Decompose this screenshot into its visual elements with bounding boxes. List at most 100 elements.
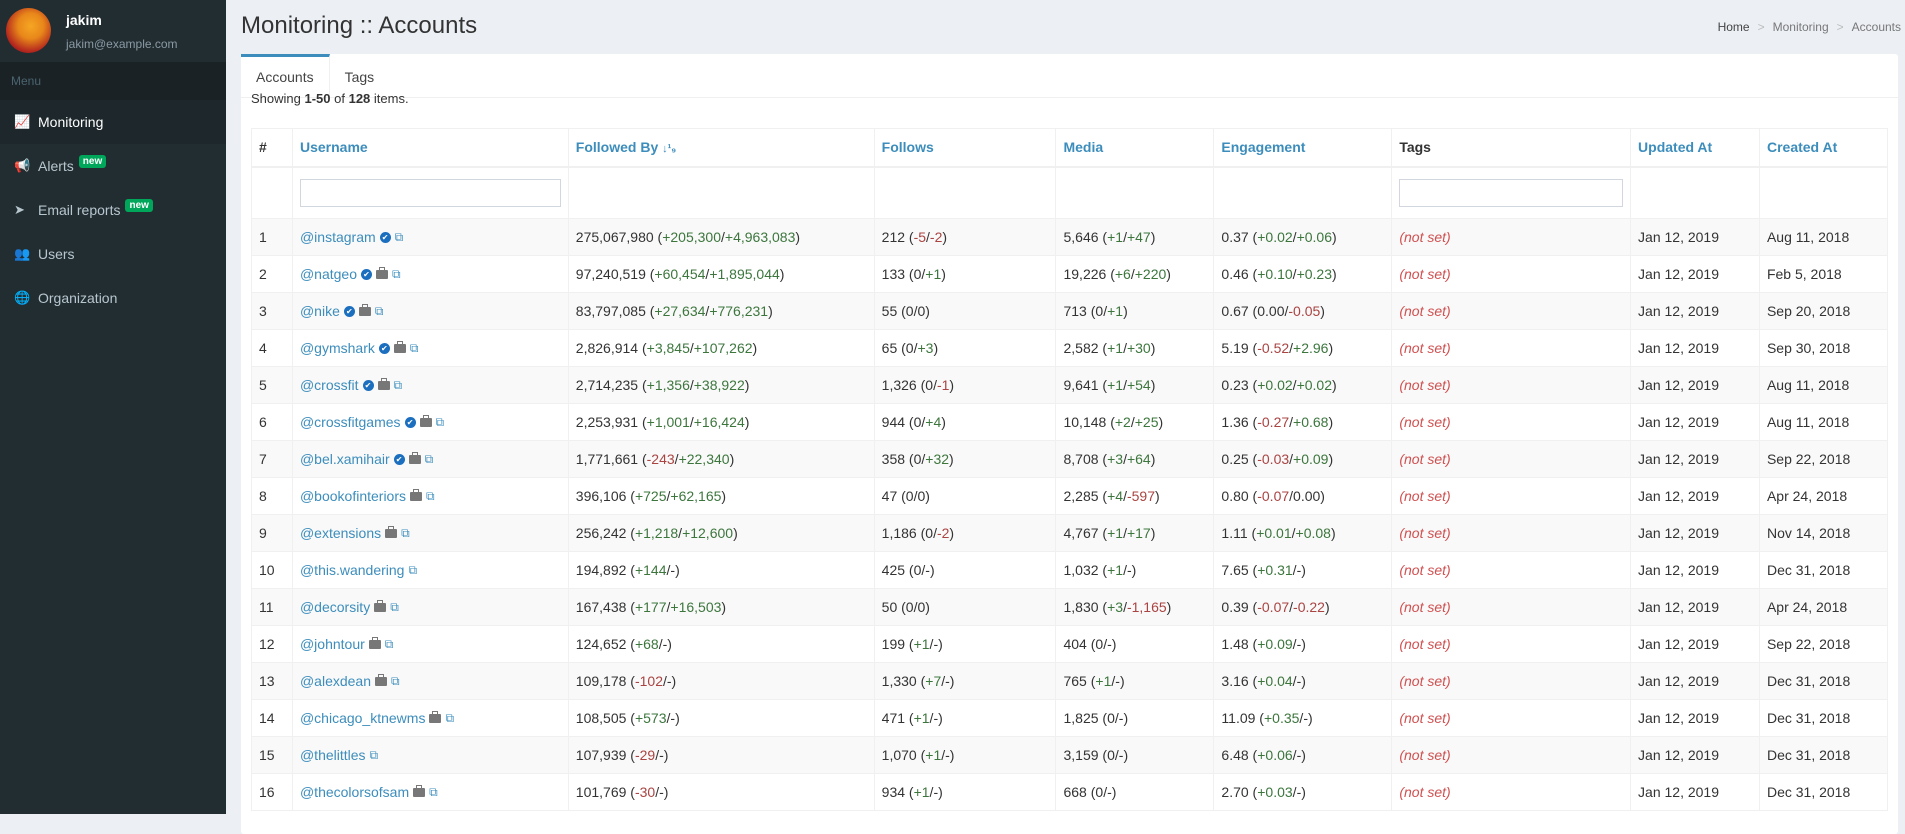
- row-number: 15: [251, 736, 293, 774]
- follows-change-month: -: [925, 562, 930, 578]
- followed-by-cell: 108,505 (+573/-): [567, 699, 875, 737]
- external-link-icon[interactable]: ⧉: [392, 267, 401, 282]
- follows-change-day: 0: [905, 303, 914, 319]
- followed-by-value: 97,240,519: [575, 266, 646, 282]
- tags-cell: (not set): [1391, 736, 1632, 774]
- followed-by-value: 2,714,235: [575, 377, 639, 393]
- col-updated-at[interactable]: Updated At: [1630, 128, 1760, 168]
- media-cell: 2,582 (+1/+30): [1055, 329, 1215, 367]
- external-link-icon[interactable]: ⧉: [370, 748, 379, 763]
- username-link[interactable]: @crossfit: [300, 377, 359, 393]
- external-link-icon[interactable]: ⧉: [445, 711, 454, 726]
- engagement-cell: 6.48 (+0.06/-): [1213, 736, 1393, 774]
- sidebar-item-organization[interactable]: 🌐 Organization: [0, 276, 226, 320]
- username-link[interactable]: @thecolorsofsam: [300, 784, 409, 800]
- username-link[interactable]: @bookofinteriors: [300, 488, 406, 504]
- external-link-icon[interactable]: ⧉: [429, 785, 438, 800]
- external-link-icon[interactable]: ⧉: [391, 674, 400, 689]
- breadcrumb-monitoring[interactable]: Monitoring: [1773, 20, 1829, 34]
- engagement-change-month: +0.08: [1295, 525, 1331, 541]
- sort-follows[interactable]: Follows: [882, 139, 934, 155]
- username-link[interactable]: @extensions: [300, 525, 381, 541]
- username-cell: @instagram ✔ ⧉: [291, 218, 569, 256]
- tags-cell: (not set): [1391, 218, 1632, 256]
- followed-by-cell: 2,826,914 (+3,845/+107,262): [567, 329, 875, 367]
- sidebar-item-monitoring[interactable]: 📈 Monitoring: [0, 100, 226, 144]
- username-link[interactable]: @gymshark: [300, 340, 375, 356]
- external-link-icon[interactable]: ⧉: [426, 489, 435, 504]
- username-link[interactable]: @natgeo: [300, 266, 357, 282]
- username-link[interactable]: @nike: [300, 303, 340, 319]
- username-filter-input[interactable]: [299, 178, 561, 207]
- sort-engagement[interactable]: Engagement: [1221, 139, 1305, 155]
- username-cell: @crossfit ✔ ⧉: [291, 366, 569, 404]
- sidebar-item-users[interactable]: 👥 Users: [0, 232, 226, 276]
- external-link-icon[interactable]: ⧉: [401, 526, 410, 541]
- follows-value: 65: [881, 340, 898, 356]
- username-link[interactable]: @decorsity: [300, 599, 370, 615]
- media-change-day: 0: [1107, 710, 1115, 726]
- media-cell: 1,830 (+3/-1,165): [1055, 588, 1215, 626]
- media-change-month: -: [1126, 562, 1132, 578]
- external-link-icon[interactable]: ⧉: [410, 341, 419, 356]
- tags-cell: (not set): [1391, 477, 1632, 515]
- breadcrumb-home[interactable]: Home: [1718, 20, 1750, 34]
- created-at: Sep 20, 2018: [1758, 292, 1889, 330]
- sort-followed-by[interactable]: Followed By: [576, 139, 658, 155]
- sort-username[interactable]: Username: [300, 139, 368, 155]
- col-followed-by[interactable]: Followed By ↓¹₉: [567, 128, 875, 168]
- followed-by-change-day: -29: [634, 747, 656, 763]
- col-media[interactable]: Media: [1055, 128, 1215, 168]
- engagement-cell: 11.09 (+0.35/-): [1213, 699, 1393, 737]
- sort-media[interactable]: Media: [1063, 139, 1103, 155]
- tags-filter-input[interactable]: [1399, 178, 1624, 207]
- username-link[interactable]: @this.wandering: [300, 562, 405, 578]
- follows-value: 1,070: [881, 747, 917, 763]
- follows-cell: 1,330 (+7/-): [873, 662, 1057, 700]
- follows-value: 1,326: [881, 377, 917, 393]
- external-link-icon[interactable]: ⧉: [385, 637, 394, 652]
- sidebar-item-alerts[interactable]: 📢 Alerts new: [0, 144, 226, 188]
- col-follows[interactable]: Follows: [873, 128, 1057, 168]
- username-link[interactable]: @johntour: [300, 636, 365, 652]
- col-username[interactable]: Username: [291, 128, 569, 168]
- username-link[interactable]: @alexdean: [300, 673, 371, 689]
- sort-updated-at[interactable]: Updated At: [1638, 139, 1712, 155]
- sort-created-at[interactable]: Created At: [1767, 139, 1837, 155]
- username-link[interactable]: @chicago_ktnewms: [300, 710, 426, 726]
- col-created-at[interactable]: Created At: [1758, 128, 1889, 168]
- sort-desc-icon: ↓¹₉: [662, 143, 677, 156]
- follows-change-day: +1: [913, 636, 930, 652]
- media-change-day: +4: [1107, 488, 1124, 504]
- col-engagement[interactable]: Engagement: [1213, 128, 1393, 168]
- media-change-month: +1: [1107, 303, 1124, 319]
- sidebar-item-email-reports[interactable]: ➤ Email reports new: [0, 188, 226, 232]
- followed-by-change-month: +107,262: [693, 340, 753, 356]
- bullhorn-icon: 📢: [14, 158, 31, 173]
- breadcrumb-separator: >: [1757, 20, 1765, 34]
- briefcase-icon: [408, 452, 421, 465]
- table-row: 9 @extensions ⧉ 256,242 (+1,218/+12,600) 1,1…: [251, 514, 1889, 552]
- table-row: 1 @instagram ✔ ⧉ 275,067,980 (+205,300/+4,96…: [251, 218, 1889, 256]
- external-link-icon[interactable]: ⧉: [425, 452, 434, 467]
- engagement-change-month: -0.05: [1288, 303, 1321, 319]
- media-change-day: +1: [1107, 340, 1124, 356]
- followed-by-change-month: +16,424: [693, 414, 745, 430]
- followed-by-cell: 256,242 (+1,218/+12,600): [567, 514, 875, 552]
- updated-at: Jan 12, 2019: [1630, 218, 1760, 256]
- username-link[interactable]: @crossfitgames: [300, 414, 401, 430]
- external-link-icon[interactable]: ⧉: [436, 415, 445, 430]
- username-link[interactable]: @thelittles: [300, 747, 366, 763]
- external-link-icon[interactable]: ⧉: [390, 600, 399, 615]
- engagement-change-month: -0.22: [1293, 599, 1325, 615]
- username-link[interactable]: @bel.xamihair: [300, 451, 390, 467]
- verified-icon: ✔: [361, 269, 373, 281]
- external-link-icon[interactable]: ⧉: [394, 378, 403, 393]
- external-link-icon[interactable]: ⧉: [408, 563, 417, 578]
- external-link-icon[interactable]: ⧉: [395, 230, 404, 245]
- username-link[interactable]: @instagram: [300, 229, 376, 245]
- engagement-cell: 7.65 (+0.31/-): [1213, 551, 1393, 589]
- briefcase-icon: [358, 304, 371, 317]
- followed-by-change-month: -: [666, 673, 672, 689]
- external-link-icon[interactable]: ⧉: [375, 304, 384, 319]
